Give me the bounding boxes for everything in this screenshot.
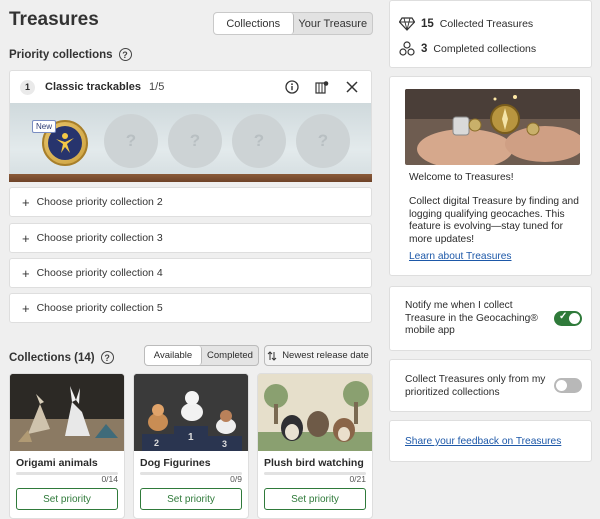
welcome-title: Welcome to Treasures!: [409, 172, 514, 183]
slot-collection-name: Classic trackables: [45, 81, 142, 93]
collection-name: Dog Figurines: [140, 457, 211, 469]
completed-count: 3: [421, 43, 428, 55]
empty-slot: ?: [296, 114, 350, 168]
feedback-link[interactable]: Share your feedback on Treasures: [405, 436, 561, 447]
collections-heading: Collections (14) ?: [9, 351, 114, 364]
tab-available[interactable]: Available: [145, 346, 202, 365]
collection-card-plush-birds[interactable]: Plush bird watching 0/21 Set priority: [257, 373, 373, 519]
priority-only-card: Collect Treasures only from my prioritiz…: [389, 359, 592, 412]
set-priority-button[interactable]: Set priority: [140, 488, 242, 510]
progress-bar: [16, 472, 118, 475]
collection-card-dogs[interactable]: 2 1 3 Dog Figurines 0/9 Set priority: [133, 373, 249, 519]
podium-number: 2: [154, 438, 160, 448]
notify-label: Notify me when I collect Treasure in the…: [405, 300, 538, 336]
collection-card-origami[interactable]: Origami animals 0/14 Set priority: [9, 373, 125, 519]
toggle-knob: [556, 380, 567, 391]
choose-label: Choose priority collection 5: [36, 302, 163, 314]
choose-priority-2[interactable]: + Choose priority collection 2: [9, 187, 372, 217]
progress-text: 0/14: [101, 474, 118, 484]
choose-priority-3[interactable]: + Choose priority collection 3: [9, 223, 372, 253]
toggle-knob: [569, 313, 580, 324]
choose-label: Choose priority collection 4: [36, 267, 163, 279]
collected-label: Collected Treasures: [439, 18, 534, 30]
choose-priority-4[interactable]: + Choose priority collection 4: [9, 258, 372, 288]
sort-arrows-icon: [267, 350, 277, 361]
plus-icon: +: [22, 265, 30, 281]
page-title: Treasures: [9, 9, 99, 30]
trackable-shelf: New ? ? ? ?: [9, 103, 372, 181]
notify-toggle[interactable]: ✓: [554, 311, 582, 326]
shelf-base: [9, 174, 372, 182]
podium-number: 3: [222, 439, 228, 449]
welcome-body: Collect digital Treasure by finding and …: [409, 196, 579, 245]
slot-number: 1: [20, 79, 35, 95]
welcome-card: Welcome to Treasures! Collect digital Tr…: [389, 76, 592, 276]
set-priority-button[interactable]: Set priority: [264, 488, 366, 510]
question-circle-icon[interactable]: ?: [100, 351, 114, 364]
empty-slot: ?: [168, 114, 222, 168]
learn-about-link[interactable]: Learn about Treasures: [409, 251, 587, 264]
notify-card: Notify me when I collect Treasure in the…: [389, 286, 592, 351]
gem-stack-icon: [399, 41, 415, 56]
sort-button[interactable]: Newest release date: [264, 345, 372, 366]
plus-icon: +: [22, 194, 30, 210]
info-icon[interactable]: [285, 80, 299, 94]
question-circle-icon[interactable]: ?: [118, 48, 132, 61]
check-icon: ✓: [559, 311, 568, 322]
progress-text: 0/21: [349, 474, 366, 484]
welcome-hero-image: [405, 89, 580, 165]
origami-image: [10, 374, 124, 451]
choose-priority-5[interactable]: + Choose priority collection 5: [9, 293, 372, 323]
main-column: Treasures Collections Your Treasure Prio…: [0, 0, 380, 519]
map-pin-icon[interactable]: [315, 80, 329, 94]
plus-icon: +: [22, 230, 30, 246]
progress-bar: [140, 472, 242, 475]
podium-number: 1: [188, 432, 194, 443]
progress-bar: [264, 472, 366, 475]
collected-count: 15: [421, 18, 434, 30]
empty-slot: ?: [232, 114, 286, 168]
dog-figurines-image: 2 1 3: [134, 374, 248, 451]
collection-name: Plush bird watching: [264, 457, 364, 469]
plus-icon: +: [22, 300, 30, 316]
slot-collection-count: 1/5: [149, 81, 165, 93]
tab-your-treasure[interactable]: Your Treasure: [294, 13, 373, 34]
priority-only-toggle[interactable]: [554, 378, 582, 393]
tab-collections[interactable]: Collections: [214, 13, 294, 34]
priority-heading: Priority collections ?: [9, 48, 132, 61]
collection-name: Origami animals: [16, 457, 98, 469]
choose-label: Choose priority collection 2: [36, 196, 163, 208]
completed-stat: 3 Completed collections: [399, 41, 536, 57]
collections-heading-label: Collections (14): [9, 351, 95, 364]
tab-completed[interactable]: Completed: [202, 346, 258, 365]
collection-filter-tabs: Available Completed: [144, 345, 259, 366]
priority-heading-label: Priority collections: [9, 48, 113, 61]
feedback-card: Share your feedback on Treasures: [389, 420, 592, 462]
progress-text: 0/9: [230, 474, 242, 484]
collected-stat: 15 Collected Treasures: [399, 17, 533, 31]
sort-label: Newest release date: [282, 350, 369, 361]
set-priority-button[interactable]: Set priority: [16, 488, 118, 510]
diamond-icon: [399, 17, 415, 31]
empty-slot: ?: [104, 114, 158, 168]
close-icon[interactable]: [345, 80, 359, 94]
stats-card: 15 Collected Treasures 3 Completed colle…: [389, 0, 592, 68]
view-tabs: Collections Your Treasure: [213, 12, 373, 35]
new-badge: New: [32, 120, 57, 133]
completed-label: Completed collections: [433, 43, 537, 55]
sidebar: 15 Collected Treasures 3 Completed colle…: [389, 0, 600, 519]
plush-birds-image: [258, 374, 372, 451]
choose-label: Choose priority collection 3: [36, 232, 163, 244]
priority-slot-1-header: 1 Classic trackables 1/5: [9, 70, 372, 103]
priority-only-label: Collect Treasures only from my prioritiz…: [405, 374, 546, 398]
